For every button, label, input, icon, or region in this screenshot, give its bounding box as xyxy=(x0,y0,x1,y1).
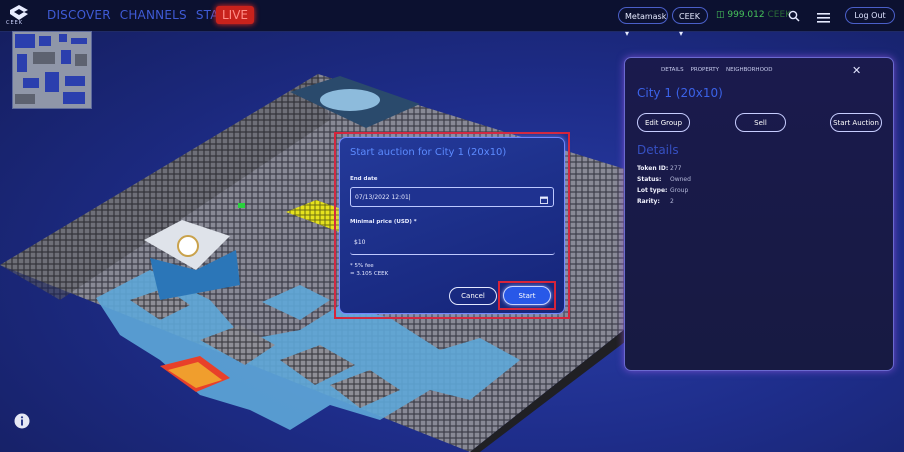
wallet-icon: ◫ xyxy=(716,10,725,20)
start-button-highlight-outline xyxy=(498,281,556,310)
min-price-label: Minimal price (USD) * xyxy=(350,219,417,225)
calendar-icon[interactable] xyxy=(540,193,548,213)
detail-lot-type: Lot type: Group xyxy=(637,187,689,194)
sell-button[interactable]: Sell xyxy=(735,113,786,132)
min-price-input[interactable]: $10 xyxy=(350,231,555,255)
wallet-select[interactable]: Metamask ▾ xyxy=(618,7,668,38)
panel-title: City 1 (20x10) xyxy=(637,86,723,100)
detail-rarity: Rarity: 2 xyxy=(637,198,674,205)
info-icon[interactable] xyxy=(14,413,30,434)
end-date-input[interactable]: 07/13/2022 12:01| xyxy=(350,187,554,207)
detail-status: Status: Owned xyxy=(637,176,691,183)
search-icon[interactable] xyxy=(788,9,800,27)
start-auction-button[interactable]: Start Auction xyxy=(830,113,882,132)
nav-discover[interactable]: DISCOVER xyxy=(47,8,111,22)
logout-button[interactable]: Log Out xyxy=(845,7,895,24)
end-date-label: End date xyxy=(350,176,378,182)
currency-select[interactable]: CEEK ▾ xyxy=(672,7,708,38)
lot-details-panel: DETAILS PROPERTY NEIGHBORHOOD ✕ City 1 (… xyxy=(624,57,894,371)
live-button[interactable]: LIVE xyxy=(216,6,255,24)
tab-details[interactable]: DETAILS xyxy=(661,67,684,73)
balance-value: 999.012 xyxy=(727,10,765,20)
top-navigation-bar: CEEK DISCOVER CHANNELS STARS LIVE Metama… xyxy=(0,0,904,38)
balance-display: ◫ 999.012 CEEK xyxy=(716,10,791,20)
detail-token-id: Token ID: 277 xyxy=(637,165,682,172)
minimap[interactable] xyxy=(12,31,92,109)
modal-title: Start auction for City 1 (20x10) xyxy=(350,147,507,158)
details-heading: Details xyxy=(637,143,679,157)
logo-text: CEEK xyxy=(6,20,24,26)
fee-note: * 5% fee xyxy=(350,263,374,269)
ceek-conversion-note: = 3.105 CEEK xyxy=(350,271,389,277)
tab-neighborhood[interactable]: NEIGHBORHOOD xyxy=(726,67,772,73)
hamburger-menu-icon[interactable] xyxy=(817,10,830,28)
close-icon[interactable]: ✕ xyxy=(852,64,861,77)
cancel-button[interactable]: Cancel xyxy=(449,287,497,305)
tab-property[interactable]: PROPERTY xyxy=(691,67,719,73)
panel-tabs: DETAILS PROPERTY NEIGHBORHOOD xyxy=(661,67,772,73)
main-nav: DISCOVER CHANNELS STARS xyxy=(47,8,235,22)
nav-channels[interactable]: CHANNELS xyxy=(120,8,187,22)
end-date-value: 07/13/2022 12:01 xyxy=(355,194,409,201)
edit-group-button[interactable]: Edit Group xyxy=(637,113,690,132)
